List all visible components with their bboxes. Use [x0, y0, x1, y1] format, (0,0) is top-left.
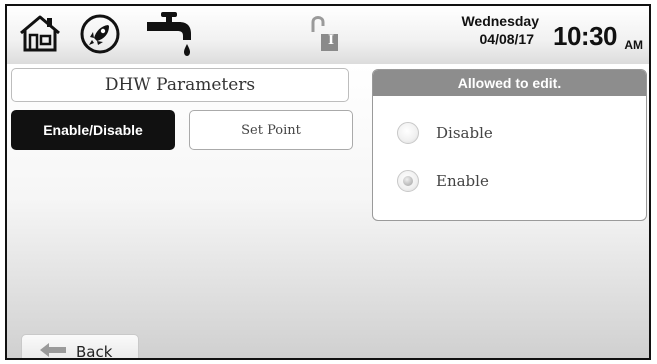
back-label: Back [76, 343, 113, 360]
enable-radio[interactable] [397, 170, 419, 192]
page-title: DHW Parameters [11, 68, 349, 102]
radio-selected-dot [403, 176, 413, 186]
touch-screen: I Wednesday 04/08/17 10:30 AM DHW Parame… [5, 4, 651, 360]
day-label: Wednesday [461, 13, 539, 29]
panel-header: Allowed to edit. [373, 70, 646, 96]
disable-label: Disable [436, 124, 493, 142]
date-label: 04/08/17 [479, 31, 535, 47]
disable-radio[interactable] [397, 122, 419, 144]
back-button[interactable]: Back [21, 334, 139, 360]
home-icon[interactable] [17, 13, 63, 58]
top-bar: I Wednesday 04/08/17 10:30 AM [7, 6, 649, 65]
faucet-icon[interactable] [145, 10, 197, 63]
unlock-icon: I [310, 12, 340, 59]
rocket-icon[interactable] [79, 13, 121, 60]
back-arrow-icon [40, 342, 66, 359]
edit-panel: Allowed to edit. Disable Enable [372, 69, 647, 221]
enable-label: Enable [436, 172, 489, 190]
ampm-label: AM [624, 38, 643, 52]
tab-enable-disable[interactable]: Enable/Disable [11, 110, 175, 150]
time-label: 10:30 [553, 21, 618, 51]
main-content: DHW Parameters Enable/Disable Set Point … [7, 64, 649, 360]
lock-badge-label: I [327, 33, 335, 48]
radio-option-disable[interactable]: Disable [397, 122, 493, 144]
radio-option-enable[interactable]: Enable [397, 170, 489, 192]
tab-set-point[interactable]: Set Point [189, 110, 353, 150]
